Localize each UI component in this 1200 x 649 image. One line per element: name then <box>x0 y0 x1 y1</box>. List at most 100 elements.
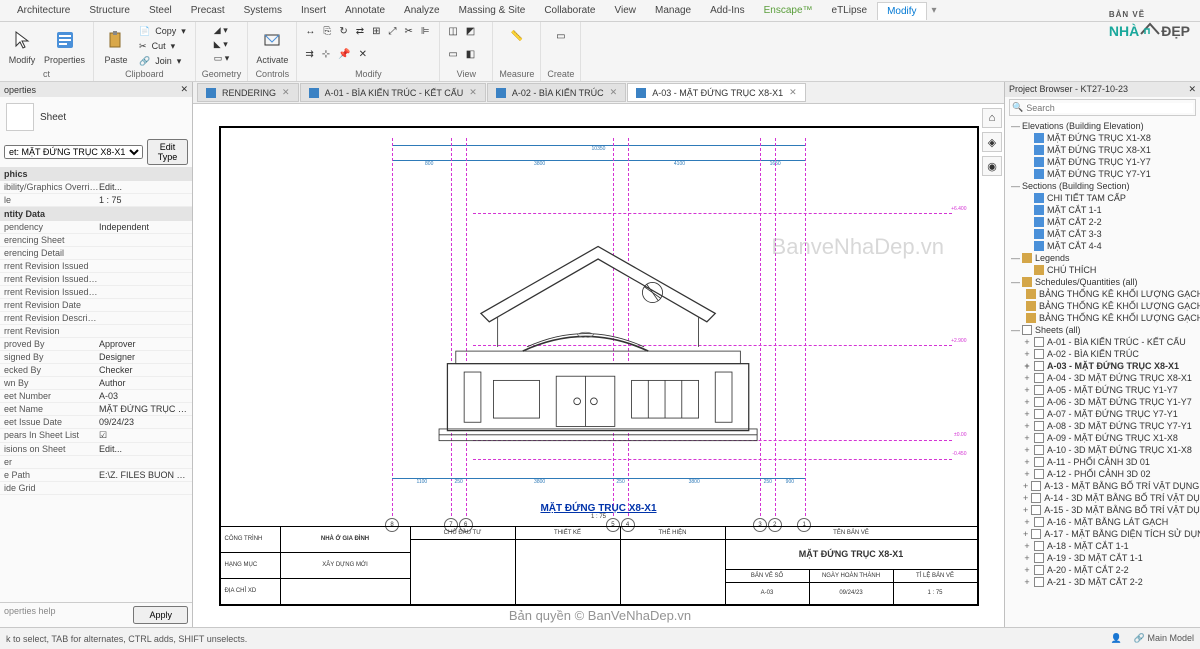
prop-row[interactable]: rrent Revision <box>0 325 192 338</box>
tab-manage[interactable]: Manage <box>646 2 700 19</box>
prop-row[interactable]: eet NumberA-03 <box>0 390 192 403</box>
prop-value[interactable]: Designer <box>99 352 188 362</box>
prop-value[interactable]: Approver <box>99 339 188 349</box>
tree-twisty-icon[interactable]: + <box>1023 385 1031 395</box>
browser-close-icon[interactable]: ✕ <box>1188 84 1196 95</box>
prop-value[interactable]: Edit... <box>99 444 188 454</box>
prop-value[interactable] <box>99 248 188 258</box>
tree-twisty-icon[interactable]: + <box>1023 481 1028 491</box>
apply-button[interactable]: Apply <box>133 606 188 624</box>
prop-row[interactable]: le1 : 75 <box>0 194 192 207</box>
mod-scale[interactable]: ⤢ <box>387 24 399 39</box>
tree-twisty-icon[interactable]: + <box>1023 349 1031 359</box>
tree-item[interactable]: —Sheets (all) <box>1009 324 1198 336</box>
tree-item[interactable]: BẢNG THỐNG KÊ KHỐI LƯỢNG GẠCH ỐNG T... <box>1009 312 1198 324</box>
tree-item[interactable]: +A-17 - MẶT BẰNG DIỆN TÍCH SỬ DỤNG <box>1009 528 1198 540</box>
prop-value[interactable]: Checker <box>99 365 188 375</box>
tree-item[interactable]: MẶT CẮT 2-2 <box>1009 216 1198 228</box>
tree-twisty-icon[interactable]: + <box>1023 397 1031 407</box>
tree-twisty-icon[interactable]: + <box>1023 529 1028 539</box>
paste-button[interactable]: Paste <box>100 24 132 67</box>
prop-row[interactable]: wn ByAuthor <box>0 377 192 390</box>
prop-row[interactable]: eet Issue Date09/24/23 <box>0 416 192 429</box>
prop-row[interactable]: pears In Sheet List☑ <box>0 429 192 443</box>
prop-row[interactable]: rrent Revision Descripti... <box>0 312 192 325</box>
prop-value[interactable] <box>99 457 188 467</box>
view-btn3[interactable]: ▭ <box>446 47 459 62</box>
prop-row[interactable]: erencing Sheet <box>0 234 192 247</box>
cut-button[interactable]: ✂ Cut ▾ <box>136 39 189 53</box>
tab-etlipse[interactable]: eTLipse <box>823 2 877 19</box>
tree-item[interactable]: +A-01 - BÌA KIẾN TRÚC - KẾT CẤU <box>1009 336 1198 348</box>
tab-modify[interactable]: Modify <box>877 2 926 20</box>
close-icon[interactable]: ✕ <box>469 87 477 98</box>
geom-btn1[interactable]: ◢ ▾ <box>211 24 233 37</box>
tree-item[interactable]: +A-07 - MẶT ĐỨNG TRỤC Y7-Y1 <box>1009 408 1198 420</box>
tree-item[interactable]: +A-19 - 3D MẶT CẮT 1-1 <box>1009 552 1198 564</box>
tree-item[interactable]: MẶT CẮT 3-3 <box>1009 228 1198 240</box>
tree-item[interactable]: —Schedules/Quantities (all) <box>1009 276 1198 288</box>
nav-cube-icon[interactable]: ◈ <box>982 132 1002 152</box>
doc-tab-a03[interactable]: A-03 - MẶT ĐỨNG TRỤC X8-X1✕ <box>627 83 805 102</box>
tree-twisty-icon[interactable]: + <box>1023 409 1031 419</box>
prop-row[interactable]: isions on SheetEdit... <box>0 443 192 456</box>
geom-btn3[interactable]: ▭ ▾ <box>211 52 233 65</box>
prop-value[interactable] <box>99 235 188 245</box>
doc-tab-rendering[interactable]: RENDERING✕ <box>197 83 299 102</box>
properties-help[interactable]: operties help <box>4 606 133 624</box>
prop-value[interactable]: Edit... <box>99 182 188 192</box>
tree-item[interactable]: —Legends <box>1009 252 1198 264</box>
tree-twisty-icon[interactable]: — <box>1011 325 1019 335</box>
tab-collaborate[interactable]: Collaborate <box>535 2 604 19</box>
status-icon[interactable]: 👤 <box>1111 633 1122 644</box>
doc-tab-a02[interactable]: A-02 - BÌA KIẾN TRÚC✕ <box>487 83 626 102</box>
tree-item[interactable]: BẢNG THỐNG KÊ KHỐI LƯỢNG GẠCH THẺ T... <box>1009 288 1198 300</box>
prop-row[interactable]: er <box>0 456 192 469</box>
tree-twisty-icon[interactable]: + <box>1023 445 1031 455</box>
tree-twisty-icon[interactable]: — <box>1011 253 1019 263</box>
tree-twisty-icon[interactable]: + <box>1023 421 1031 431</box>
close-icon[interactable]: ✕ <box>610 87 618 98</box>
prop-row[interactable]: e PathE:\Z. FILES BUON BAN\NH... <box>0 469 192 482</box>
prop-value[interactable] <box>99 274 188 284</box>
mod-mirror[interactable]: ⇄ <box>354 24 366 39</box>
tree-twisty-icon[interactable]: + <box>1023 505 1028 515</box>
tree-item[interactable]: +A-16 - MẶT BẰNG LÁT GẠCH <box>1009 516 1198 528</box>
close-icon[interactable]: ✕ <box>282 87 290 98</box>
tree-item[interactable]: +A-21 - 3D MẶT CẮT 2-2 <box>1009 576 1198 588</box>
tree-item[interactable]: +A-11 - PHỐI CẢNH 3D 01 <box>1009 456 1198 468</box>
prop-value[interactable]: 1 : 75 <box>99 195 188 205</box>
close-icon[interactable]: ✕ <box>789 87 797 98</box>
prop-row[interactable]: erencing Detail <box>0 247 192 260</box>
browser-tree[interactable]: —Elevations (Building Elevation)MẶT ĐỨNG… <box>1005 118 1200 627</box>
tree-item[interactable]: +A-03 - MẶT ĐỨNG TRỤC X8-X1 <box>1009 360 1198 372</box>
tab-systems[interactable]: Systems <box>235 2 291 19</box>
instance-selector[interactable]: et: MẶT ĐỨNG TRỤC X8-X1 <box>4 145 143 159</box>
tree-item[interactable]: MẶT ĐỨNG TRỤC X8-X1 <box>1009 144 1198 156</box>
tab-view[interactable]: View <box>605 2 645 19</box>
tree-twisty-icon[interactable]: — <box>1011 121 1019 131</box>
prop-row[interactable]: ibility/Graphics Overridi...Edit... <box>0 181 192 194</box>
modify-button[interactable]: Modify <box>6 24 38 67</box>
prop-value[interactable]: Independent <box>99 222 188 232</box>
mod-rotate[interactable]: ↻ <box>337 24 349 39</box>
viewport[interactable]: ⌂ ◈ ◉ 10350 800 3800 4100 1650 8 7 6 5 <box>193 104 1004 627</box>
tree-item[interactable]: MẶT ĐỨNG TRỤC Y7-Y1 <box>1009 168 1198 180</box>
tree-item[interactable]: +A-10 - 3D MẶT ĐỨNG TRỤC X1-X8 <box>1009 444 1198 456</box>
tab-addins[interactable]: Add-Ins <box>701 2 753 19</box>
tree-item[interactable]: +A-14 - 3D MẶT BẰNG BỐ TRÍ VẬT DỤNG <box>1009 492 1198 504</box>
cat-identity[interactable]: ntity Data <box>0 207 192 221</box>
tree-item[interactable]: MẶT ĐỨNG TRỤC Y1-Y7 <box>1009 156 1198 168</box>
tree-twisty-icon[interactable]: + <box>1023 457 1031 467</box>
prop-row[interactable]: pendencyIndependent <box>0 221 192 234</box>
prop-row[interactable]: proved ByApprover <box>0 338 192 351</box>
mod-array[interactable]: ⊞ <box>370 24 382 39</box>
prop-row[interactable]: ide Grid <box>0 482 192 495</box>
tab-insert[interactable]: Insert <box>292 2 335 19</box>
measure-button[interactable]: 📏 <box>505 24 529 48</box>
prop-value[interactable] <box>99 287 188 297</box>
activate-button[interactable]: Activate <box>254 24 290 67</box>
tree-twisty-icon[interactable]: + <box>1023 541 1031 551</box>
tab-steel[interactable]: Steel <box>140 2 181 19</box>
tree-item[interactable]: +A-13 - MẶT BẰNG BỐ TRÍ VẬT DỤNG <box>1009 480 1198 492</box>
